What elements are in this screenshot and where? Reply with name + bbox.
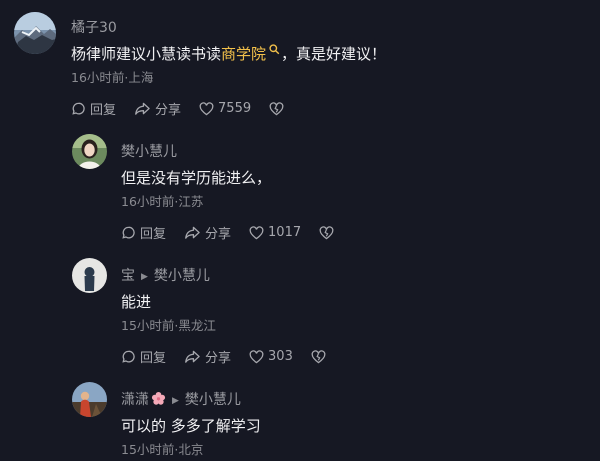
reply-actions: 回复 分享 1017 bbox=[121, 223, 356, 242]
dislike-button[interactable] bbox=[311, 349, 330, 364]
reply-icon bbox=[122, 226, 135, 239]
comment-text-before: 杨律师建议小慧读书读 bbox=[71, 45, 222, 63]
comment-meta: 16小时前·上海 bbox=[71, 70, 154, 85]
broken-heart-icon bbox=[311, 349, 326, 363]
share-button[interactable]: 分享 bbox=[184, 347, 231, 366]
like-count: 7559 bbox=[218, 101, 252, 116]
reply-actions: 回复 分享 303 bbox=[121, 347, 348, 366]
reply-button[interactable]: 回复 bbox=[121, 347, 166, 366]
like-button[interactable]: 1017 bbox=[249, 225, 301, 240]
dislike-button[interactable] bbox=[269, 101, 288, 116]
reply-to-user[interactable]: 樊小慧儿 bbox=[185, 392, 241, 408]
share-label: 分享 bbox=[205, 351, 232, 366]
avatar[interactable] bbox=[72, 382, 107, 417]
like-button[interactable]: 303 bbox=[249, 349, 293, 364]
share-icon bbox=[185, 350, 200, 363]
share-button[interactable]: 分享 bbox=[184, 223, 231, 242]
reply-username: 宝 ▶ 樊小慧儿 bbox=[121, 265, 210, 285]
reply-text: 能进 bbox=[121, 293, 152, 311]
avatar[interactable] bbox=[72, 134, 107, 169]
heart-icon bbox=[199, 101, 214, 115]
search-link[interactable]: 商学院 bbox=[221, 45, 266, 63]
share-label: 分享 bbox=[155, 103, 182, 118]
reply-meta: 15小时前·北京 bbox=[121, 442, 204, 457]
broken-heart-icon bbox=[319, 225, 334, 239]
flower-icon bbox=[151, 391, 166, 410]
reply-label: 回复 bbox=[140, 351, 167, 366]
share-icon bbox=[185, 226, 200, 239]
avatar[interactable] bbox=[72, 258, 107, 293]
share-button[interactable]: 分享 bbox=[134, 99, 181, 118]
reply-meta: 15小时前·黑龙江 bbox=[121, 318, 216, 333]
like-count: 303 bbox=[268, 349, 293, 364]
reply-label: 回复 bbox=[140, 227, 167, 242]
broken-heart-icon bbox=[269, 101, 284, 115]
share-icon bbox=[135, 102, 150, 115]
reply-to-user[interactable]: 樊小慧儿 bbox=[154, 268, 210, 284]
reply-username: 潇潇 ▶ 樊小慧儿 bbox=[121, 389, 241, 410]
share-label: 分享 bbox=[205, 227, 232, 242]
reply-text: 但是没有学历能进么， bbox=[121, 169, 272, 187]
avatar[interactable] bbox=[14, 12, 56, 54]
comment-username[interactable]: 橘子30 bbox=[71, 17, 117, 37]
reply-arrow-icon: ▶ bbox=[141, 272, 148, 282]
reply-label: 回复 bbox=[90, 103, 117, 118]
dislike-button[interactable] bbox=[319, 225, 338, 240]
reply-button[interactable]: 回复 bbox=[121, 223, 166, 242]
reply-button[interactable]: 回复 bbox=[71, 99, 116, 118]
comment-text: 杨律师建议小慧读书读商学院 ，真是好建议！ bbox=[71, 43, 386, 64]
reply-text: 可以的 多多了解学习 bbox=[121, 417, 261, 435]
heart-icon bbox=[249, 349, 264, 363]
like-button[interactable]: 7559 bbox=[199, 101, 251, 116]
reply-meta: 16小时前·江苏 bbox=[121, 194, 204, 209]
heart-icon bbox=[249, 225, 264, 239]
comment-text-after: ，真是好建议！ bbox=[281, 45, 387, 63]
comment-actions: 回复 分享 7559 bbox=[71, 99, 306, 118]
like-count: 1017 bbox=[268, 225, 302, 240]
reply-author[interactable]: 潇潇 bbox=[121, 392, 149, 408]
reply-username[interactable]: 樊小慧儿 bbox=[121, 141, 177, 161]
reply-icon bbox=[122, 350, 135, 363]
reply-arrow-icon: ▶ bbox=[172, 396, 179, 406]
search-icon[interactable] bbox=[266, 44, 281, 63]
reply-author[interactable]: 宝 bbox=[121, 268, 135, 284]
reply-icon bbox=[72, 102, 85, 115]
